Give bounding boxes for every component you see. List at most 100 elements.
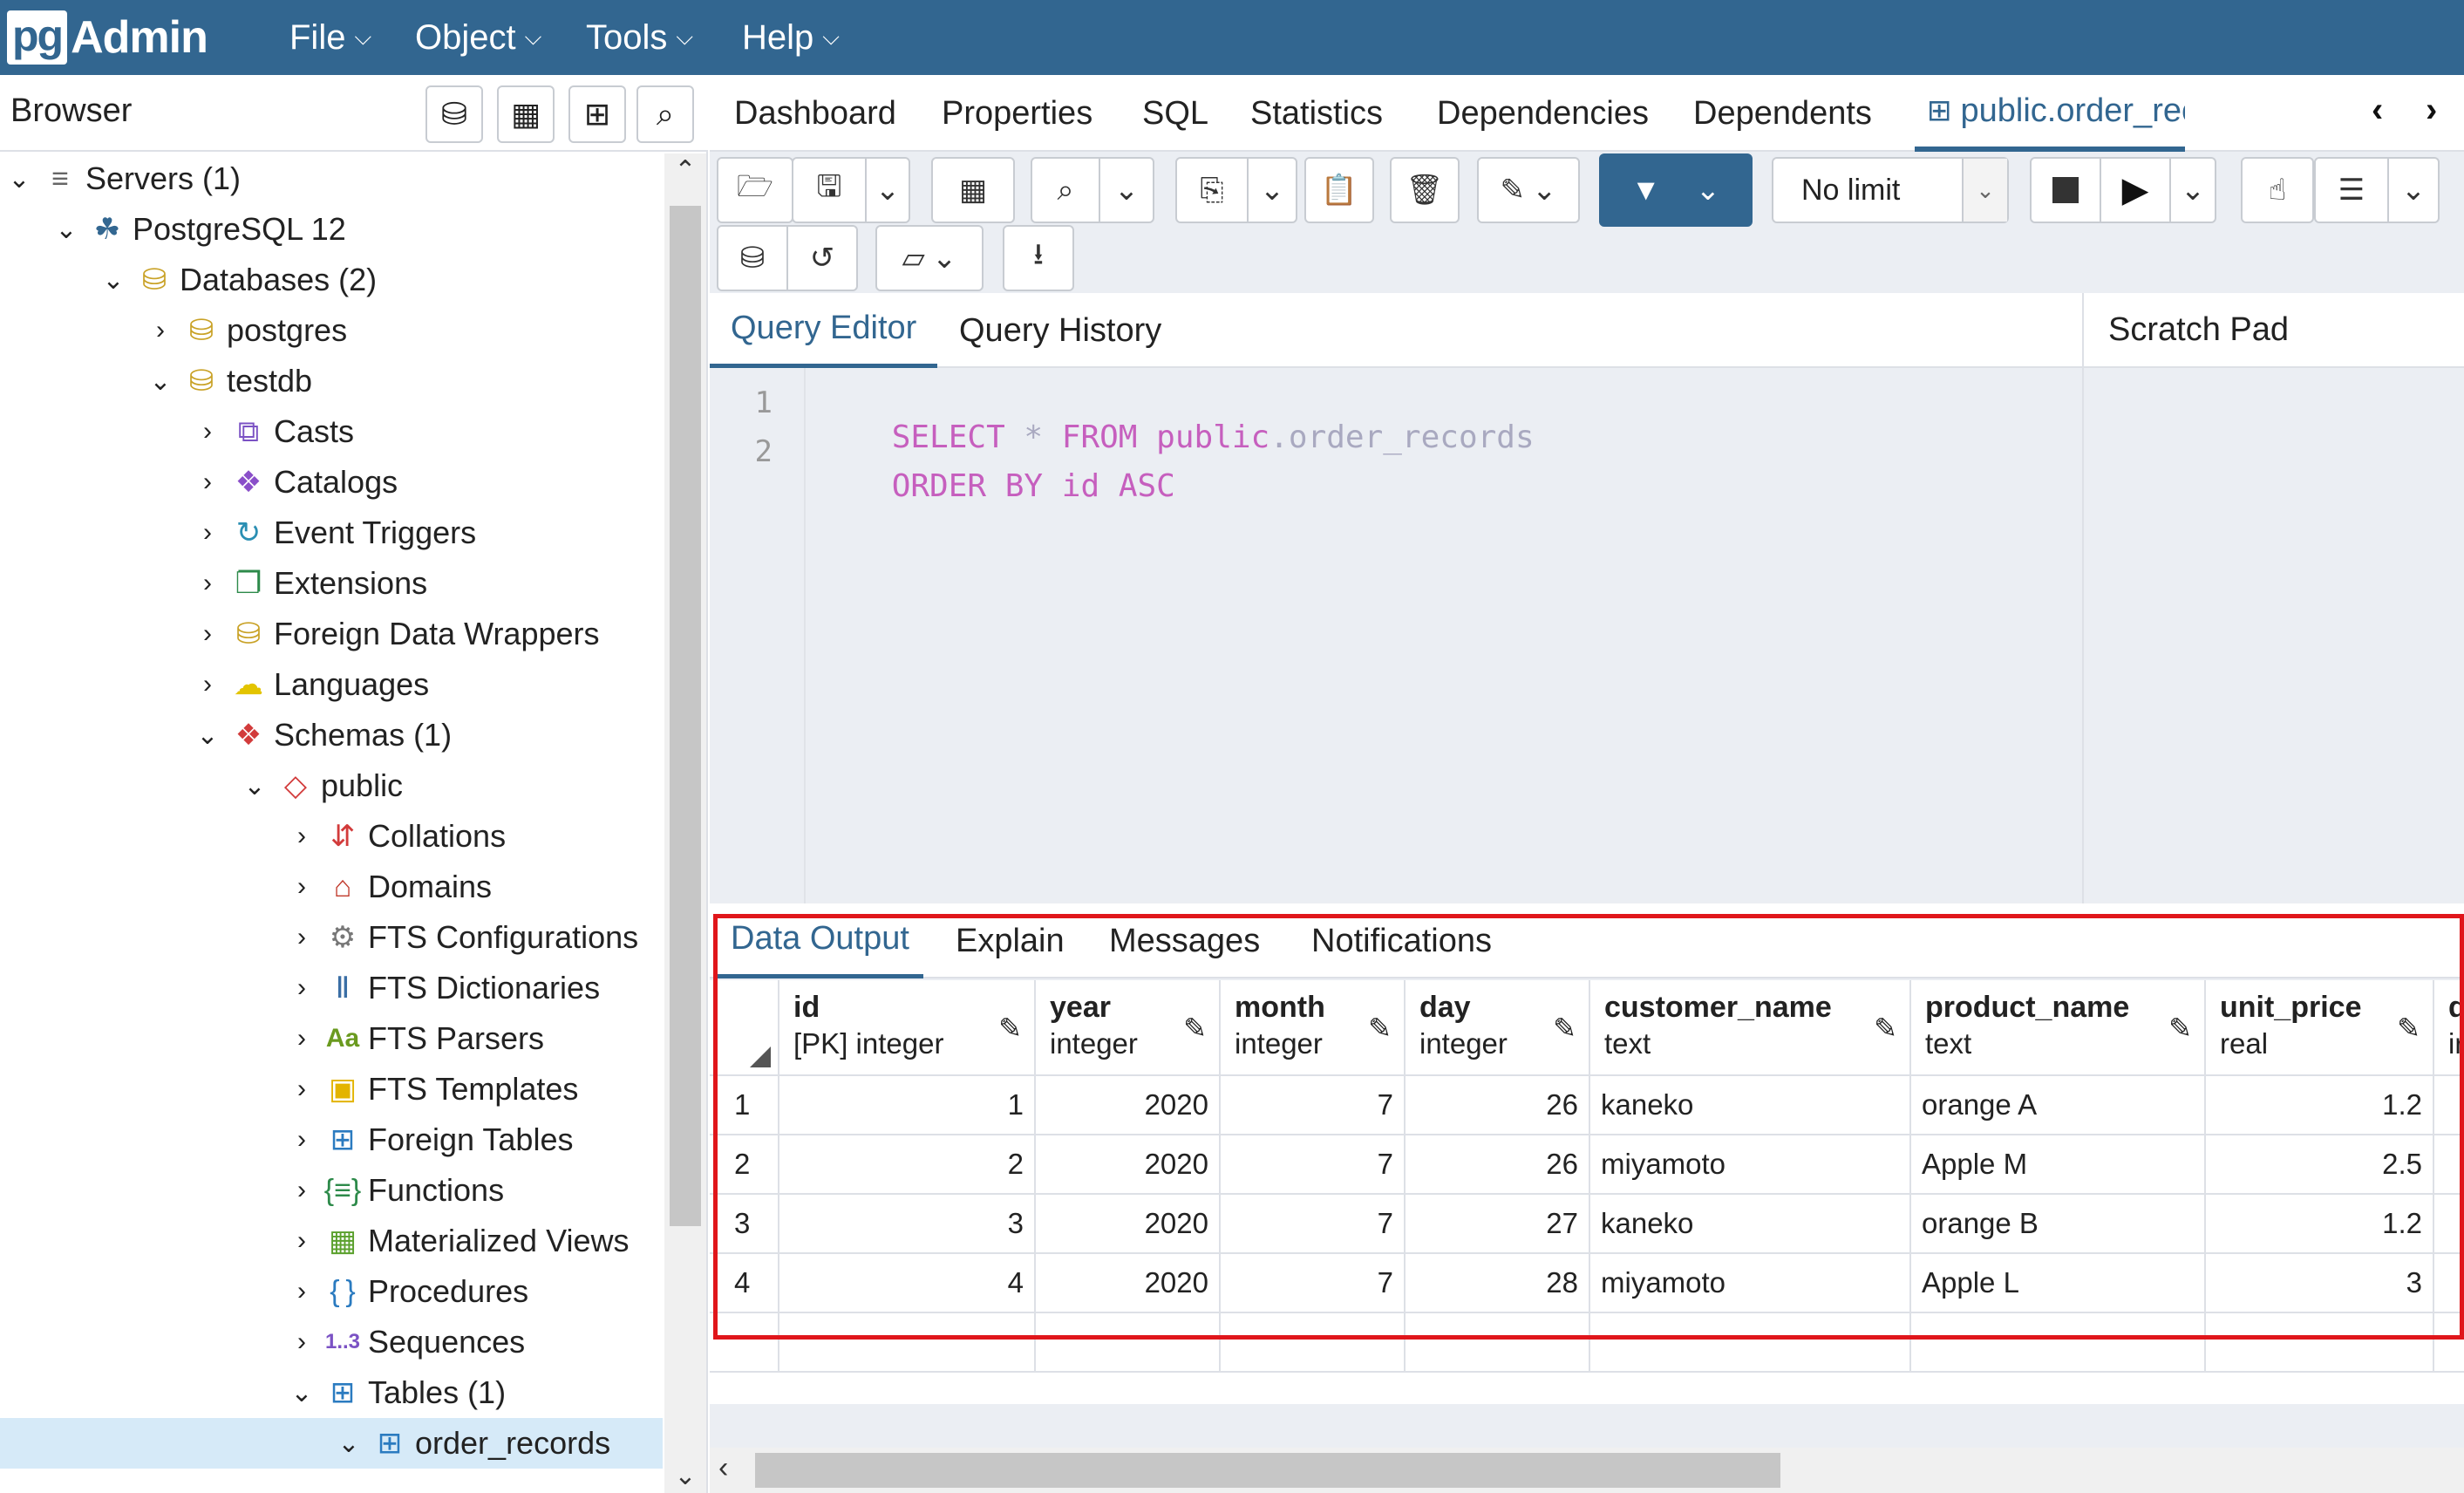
expand-toggle-icon[interactable]: ⌄ [141,366,180,397]
tab-scroll-left-icon[interactable]: ‹ [2372,91,2383,130]
expand-toggle-icon[interactable]: › [188,417,227,447]
copy-options-dropdown[interactable]: ⌄ [1247,157,1297,223]
tab-dashboard[interactable]: Dashboard [734,75,896,152]
table-cell[interactable]: 26 [1406,1076,1590,1135]
table-cell[interactable]: miyamoto [1590,1254,1911,1313]
expand-toggle-icon[interactable]: › [282,1327,321,1357]
expand-toggle-icon[interactable]: › [188,619,227,649]
expand-toggle-icon[interactable]: › [188,467,227,497]
tab-notifications[interactable]: Notifications [1311,903,1492,978]
tree-item-schemas[interactable]: ⌄ ❖ Schemas (1) [188,710,452,760]
table-cell[interactable]: 7 [1221,1135,1406,1195]
tree-item-postgres[interactable]: › ⛁ postgres [141,305,347,356]
execute-options-dropdown[interactable]: ⌄ [2169,157,2216,223]
tree-item-fts-configurations[interactable]: › ⚙ FTS Configurations [282,912,638,963]
tree-item-databases[interactable]: ⌄ ⛁ Databases (2) [94,255,377,305]
expand-toggle-icon[interactable]: ⌄ [94,265,133,296]
tab-dependents[interactable]: Dependents [1693,75,1872,152]
tree-item-postgresql-12[interactable]: ⌄ ☘ PostgreSQL 12 [47,204,345,255]
table-cell[interactable]: kaneko [1590,1076,1911,1135]
table-cell[interactable]: orange B [1911,1195,2206,1254]
table-cell[interactable]: kaneko [1590,1195,1911,1254]
tree-item-event-triggers[interactable]: › ↻ Event Triggers [188,508,476,558]
find-options-dropdown[interactable]: ⌄ [1099,157,1154,223]
rollback-button[interactable]: ↺ [786,225,858,291]
delete-button[interactable]: 🗑 [1390,157,1460,223]
table-cell[interactable]: 7 [1221,1195,1406,1254]
table-cell[interactable]: Apple M [1911,1135,2206,1195]
tab-dependencies[interactable]: Dependencies [1437,75,1649,152]
expand-toggle-icon[interactable]: › [282,1125,321,1155]
tree-item-functions[interactable]: › {≡} Functions [282,1165,504,1216]
find-button[interactable]: ⌕ [1031,157,1100,223]
table-cell[interactable]: 2020 [1036,1076,1221,1135]
tab-properties[interactable]: Properties [942,75,1092,152]
row-number[interactable]: 2 [710,1135,779,1195]
query-tool-button[interactable]: ⛁ [425,85,483,143]
table-cell[interactable] [2434,1254,2464,1313]
table-cell[interactable]: 2.5 [2206,1135,2434,1195]
table-cell[interactable]: 2 [779,1135,1036,1195]
expand-toggle-icon[interactable]: › [141,316,180,345]
expand-toggle-icon[interactable]: › [282,973,321,1003]
tree-item-testdb[interactable]: ⌄ ⛁ testdb [141,356,312,406]
select-all-cell[interactable] [710,980,779,1076]
tab-query-editor[interactable]: Query Editor [710,293,938,368]
table-cell[interactable] [2434,1076,2464,1135]
table-cell[interactable]: 3 [2206,1254,2434,1313]
column-header-day[interactable]: day integer ✎ [1406,980,1590,1076]
tree-item-languages[interactable]: › ☁ Languages [188,659,429,710]
clear-button[interactable]: ▱ ⌄ [875,225,984,291]
tree-item-extensions[interactable]: › ❐ Extensions [188,558,427,609]
tree-item-domains[interactable]: › ⌂ Domains [282,862,492,912]
save-options-dropdown[interactable]: ⌄ [865,157,910,223]
column-header-product-name[interactable]: product_name text ✎ [1911,980,2206,1076]
expand-toggle-icon[interactable]: ⌄ [282,1378,321,1408]
tab-explain[interactable]: Explain [956,903,1065,978]
table-cell[interactable]: 27 [1406,1195,1590,1254]
table-cell[interactable] [2434,1195,2464,1254]
row-number[interactable]: 4 [710,1254,779,1313]
tree-item-public[interactable]: ⌄ ◇ public [235,760,403,811]
paste-button[interactable]: 📋 [1304,157,1374,223]
tab-sql[interactable]: SQL [1142,75,1208,152]
chevron-down-icon[interactable]: ⌄ [1962,159,2007,222]
stop-button[interactable] [2030,157,2101,223]
tree-item-fts-templates[interactable]: › ▣ FTS Templates [282,1064,578,1115]
scroll-up-icon[interactable]: ⌃ [664,155,706,186]
tree-item-catalogs[interactable]: › ❖ Catalogs [188,457,398,508]
sql-editor[interactable]: 1 2 SELECT * FROM public.order_records O… [710,368,2082,903]
tab-messages[interactable]: Messages [1109,903,1260,978]
tree-item-procedures[interactable]: › { } Procedures [282,1266,528,1317]
table-cell[interactable]: 1.2 [2206,1076,2434,1135]
table-cell[interactable]: orange A [1911,1076,2206,1135]
output-horizontal-scrollbar[interactable]: ‹ [710,1448,2464,1493]
tree-item-fts-dictionaries[interactable]: › Ⅱ FTS Dictionaries [282,963,600,1013]
edit-data-button[interactable]: ▦ [931,157,1015,223]
menu-tools[interactable]: Tools ⌵ [586,0,693,75]
tree-item-materialized-views[interactable]: › ▦ Materialized Views [282,1216,629,1266]
tree-item-casts[interactable]: › ⧉ Casts [188,406,354,457]
table-cell[interactable]: 2020 [1036,1254,1221,1313]
search-objects-button[interactable]: ⌕ [636,85,694,143]
expand-toggle-icon[interactable]: ⌄ [235,771,274,801]
commit-button[interactable]: ⛁ [717,225,788,291]
tree-item-sequences[interactable]: › 1..3 Sequences [282,1317,525,1367]
filter-button[interactable]: ▼ ⌄ [1599,153,1753,227]
menu-object[interactable]: Object ⌵ [415,0,541,75]
expand-toggle-icon[interactable]: ⌄ [0,164,38,194]
expand-toggle-icon[interactable]: › [188,518,227,548]
table-cell[interactable]: 1.2 [2206,1195,2434,1254]
tab-query-history[interactable]: Query History [959,293,1161,368]
tree-item-order-records[interactable]: ⌄ ⊞ order_records [0,1418,663,1469]
expand-toggle-icon[interactable]: ⌄ [47,215,85,245]
table-cell[interactable]: Apple L [1911,1254,2206,1313]
open-file-button[interactable]: 🗁 [717,157,793,223]
explain-button[interactable]: ☝ [2241,157,2314,223]
table-cell[interactable]: 28 [1406,1254,1590,1313]
expand-toggle-icon[interactable]: › [282,1277,321,1306]
column-header-unit-price[interactable]: unit_price real ✎ [2206,980,2434,1076]
expand-toggle-icon[interactable]: › [188,569,227,598]
expand-toggle-icon[interactable]: ⌄ [330,1428,368,1459]
output-scrollbar-thumb[interactable] [755,1453,1780,1488]
